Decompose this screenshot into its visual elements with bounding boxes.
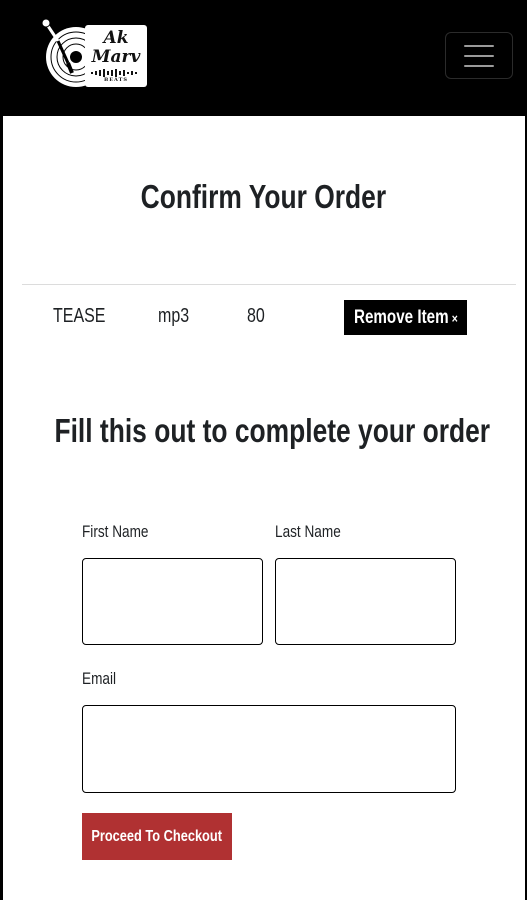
order-item-price-text: 80 <box>247 305 265 327</box>
last-name-label-text: Last Name <box>275 522 341 541</box>
order-item-format-text: mp3 <box>158 305 190 327</box>
remove-item-content: Remove Item × <box>354 307 458 329</box>
close-icon: × <box>451 310 458 326</box>
remove-item-button[interactable]: Remove Item × <box>344 300 467 335</box>
remove-item-label: Remove Item <box>353 306 449 328</box>
form-heading-text: Fill this out to complete your order <box>54 412 491 449</box>
order-item-price: 80 <box>247 303 269 329</box>
logo-text-line1: Ak <box>103 28 129 48</box>
logo-badge: Ak Marv BEATS <box>85 25 147 87</box>
order-item-name: TEASE <box>53 303 119 329</box>
order-item-name-text: TEASE <box>53 305 106 327</box>
last-name-label: Last Name <box>275 521 357 543</box>
hamburger-icon-bar <box>464 64 494 67</box>
first-name-field[interactable] <box>82 558 263 645</box>
first-name-label-text: First Name <box>82 522 149 541</box>
order-item-format: mp3 <box>158 303 197 329</box>
page-title: Confirm Your Order <box>0 176 527 218</box>
divider <box>22 284 516 285</box>
navbar: Ak Marv BEATS <box>0 0 527 116</box>
hamburger-icon-bar <box>464 54 494 57</box>
email-field[interactable] <box>82 705 456 793</box>
logo-text-line2: Marv <box>91 47 141 67</box>
proceed-to-checkout-label: Proceed To Checkout <box>91 827 223 845</box>
form-heading: Fill this out to complete your order <box>0 410 527 452</box>
sound-wave-icon <box>91 69 137 77</box>
proceed-to-checkout-button[interactable]: Proceed To Checkout <box>82 813 232 860</box>
logo-text-line3: BEATS <box>104 77 128 83</box>
hamburger-icon <box>464 44 494 47</box>
last-name-field[interactable] <box>275 558 456 645</box>
email-label: Email <box>82 668 125 690</box>
menu-toggle-button[interactable] <box>445 32 513 79</box>
email-label-text: Email <box>82 669 117 688</box>
logo[interactable]: Ak Marv BEATS <box>38 17 150 91</box>
page-title-text: Confirm Your Order <box>140 178 387 215</box>
first-name-label: First Name <box>82 521 165 543</box>
